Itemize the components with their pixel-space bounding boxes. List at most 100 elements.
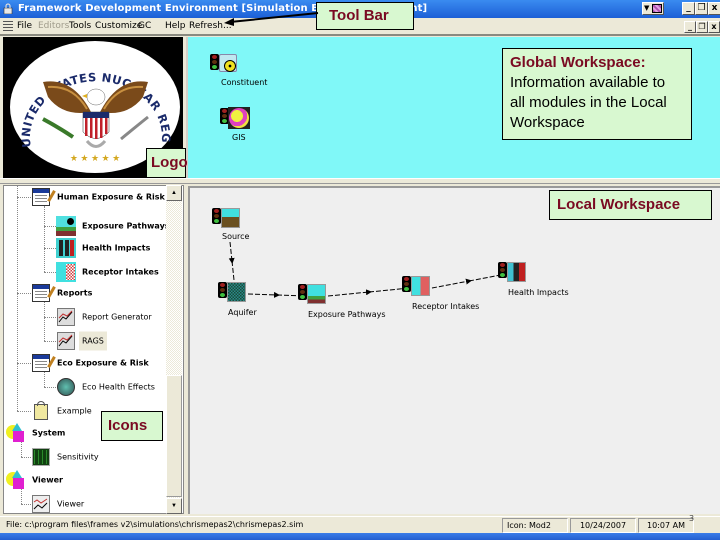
module-label: Constituent: [221, 78, 268, 87]
workflow-node-health[interactable]: Health Impacts: [498, 262, 569, 302]
menu-file[interactable]: File: [17, 21, 32, 31]
eco-health-icon: [56, 377, 76, 397]
health-module-icon: [507, 262, 526, 282]
workflow-node-aquifer[interactable]: Aquifer: [218, 282, 258, 322]
tree-item-label: Eco Health Effects: [82, 382, 155, 392]
node-label: Source: [222, 232, 250, 241]
node-label: Aquifer: [228, 308, 257, 317]
viewer-chart-icon: [31, 494, 51, 513]
tree-connector: [17, 363, 31, 364]
tree-item-label: Reports: [57, 288, 93, 298]
tree-item[interactable]: RAGS: [56, 330, 183, 352]
tree-item-label: Human Exposure & Risk: [57, 192, 165, 202]
connection-line[interactable]: [231, 260, 235, 281]
workflow-node-source[interactable]: Source: [212, 208, 252, 248]
callout-logo: Logo: [146, 148, 188, 178]
status-file-path: File: c:\program files\frames v2\simulat…: [6, 520, 304, 529]
mdi-close-button[interactable]: x: [708, 21, 720, 33]
local-workspace[interactable]: Source Aquifer Exposure Pathways Receptor I…: [188, 186, 720, 514]
module-label: GIS: [232, 133, 246, 142]
bag-icon: [31, 401, 51, 421]
health-impacts-icon: [56, 238, 76, 258]
minimize-button[interactable]: _: [682, 2, 695, 15]
tree-item-label: Health Impacts: [82, 243, 151, 253]
restore-button[interactable]: ❒: [695, 2, 708, 15]
menu-grip-icon[interactable]: [3, 21, 13, 31]
shapes-icon: [6, 423, 26, 443]
toolbar-dropdown-button[interactable]: ▼: [642, 2, 664, 15]
menu-customize[interactable]: Customize: [95, 21, 142, 31]
tree-connector: [44, 317, 56, 318]
callout-arrow: [224, 12, 319, 26]
group-form-icon: [31, 353, 56, 373]
tree-item[interactable]: Eco Health Effects: [56, 376, 183, 398]
scroll-up-button[interactable]: ▲: [166, 185, 182, 201]
global-module-constituent[interactable]: Constituent: [208, 52, 268, 92]
app-window: Framework Development Environment [Simul…: [0, 0, 720, 540]
tree-item-label: System: [32, 428, 66, 438]
menu-gc[interactable]: GC: [138, 21, 151, 31]
tree-connector: [17, 197, 31, 198]
scroll-down-button[interactable]: ▼: [166, 498, 182, 514]
module-tree[interactable]: Human Exposure & Risk Exposure Pathways He…: [3, 185, 184, 514]
node-label: Exposure Pathways: [308, 310, 386, 319]
callout-local-workspace: Local Workspace: [549, 190, 712, 220]
tree-item-label: Viewer: [32, 475, 63, 485]
node-label: Health Impacts: [508, 288, 569, 297]
tree-item-label: Report Generator: [82, 312, 152, 322]
tree-item[interactable]: Sensitivity: [31, 446, 171, 468]
tree-scrollbar[interactable]: ▲ ▼: [166, 185, 182, 514]
scroll-thumb[interactable]: [166, 375, 182, 497]
tree-item[interactable]: Report Generator: [56, 306, 183, 328]
radiation-icon: [219, 54, 237, 72]
tree-item[interactable]: Human Exposure & Risk: [31, 186, 171, 208]
workflow-node-receptor[interactable]: Receptor Intakes: [402, 276, 479, 316]
status-bar: File: c:\program files\frames v2\simulat…: [0, 516, 720, 533]
horizontal-splitter[interactable]: [0, 178, 720, 184]
tree-item-label: Example: [57, 406, 92, 416]
tree-item[interactable]: Receptor Intakes: [56, 261, 183, 283]
traffic-light-icon: [210, 54, 219, 70]
tree-item-label: Exposure Pathways: [82, 221, 170, 231]
tree-connector: [44, 341, 56, 342]
mdi-restore-button[interactable]: ❐: [696, 21, 708, 33]
menu-help[interactable]: Help: [165, 21, 186, 31]
tree-item[interactable]: Viewer: [31, 493, 171, 513]
menu-tools[interactable]: Tools: [69, 21, 91, 31]
receptor-intakes-icon: [56, 262, 76, 282]
traffic-light-icon: [212, 208, 221, 224]
tree-item[interactable]: Reports: [31, 282, 171, 304]
tree-item-label: Receptor Intakes: [82, 267, 159, 277]
traffic-light-icon: [498, 262, 507, 278]
source-module-icon: [221, 208, 240, 228]
tree-connector: [44, 387, 56, 388]
tree-item[interactable]: Eco Exposure & Risk: [31, 352, 171, 374]
status-date: 10/24/2007: [570, 518, 636, 533]
group-form-icon: [31, 187, 56, 207]
group-form-icon: [31, 283, 56, 303]
status-icon: Icon: Mod2: [502, 518, 568, 533]
tree-item[interactable]: Health Impacts: [56, 237, 183, 259]
callout-tool-bar: Tool Bar: [316, 2, 414, 30]
exposure-module-icon: [307, 284, 326, 304]
callout-global-body: Information available to all modules in …: [510, 74, 667, 131]
tree-item[interactable]: Exposure Pathways: [56, 215, 183, 237]
mdi-minimize-button[interactable]: _: [684, 21, 696, 33]
sensitivity-icon: [31, 447, 51, 467]
tree-item[interactable]: Viewer: [6, 469, 146, 491]
callout-global-workspace: Global Workspace: Information available …: [502, 48, 692, 140]
tree-item-label: RAGS: [79, 331, 107, 351]
traffic-light-icon: [402, 276, 411, 292]
callout-icons: Icons: [101, 411, 163, 441]
workflow-node-exposure[interactable]: Exposure Pathways: [298, 284, 386, 324]
tree-item-label: Sensitivity: [57, 452, 99, 462]
node-label: Receptor Intakes: [412, 302, 480, 311]
close-button[interactable]: x: [708, 2, 720, 15]
tree-connector: [44, 248, 56, 249]
dropdown-arrow-icon: ▼: [644, 4, 650, 12]
menu-editors[interactable]: Editors: [38, 21, 69, 31]
global-module-gis[interactable]: GIS: [218, 107, 258, 147]
tree-connector: [44, 206, 45, 272]
tree-item-label: Viewer: [57, 499, 85, 509]
connections-layer: [228, 241, 507, 298]
